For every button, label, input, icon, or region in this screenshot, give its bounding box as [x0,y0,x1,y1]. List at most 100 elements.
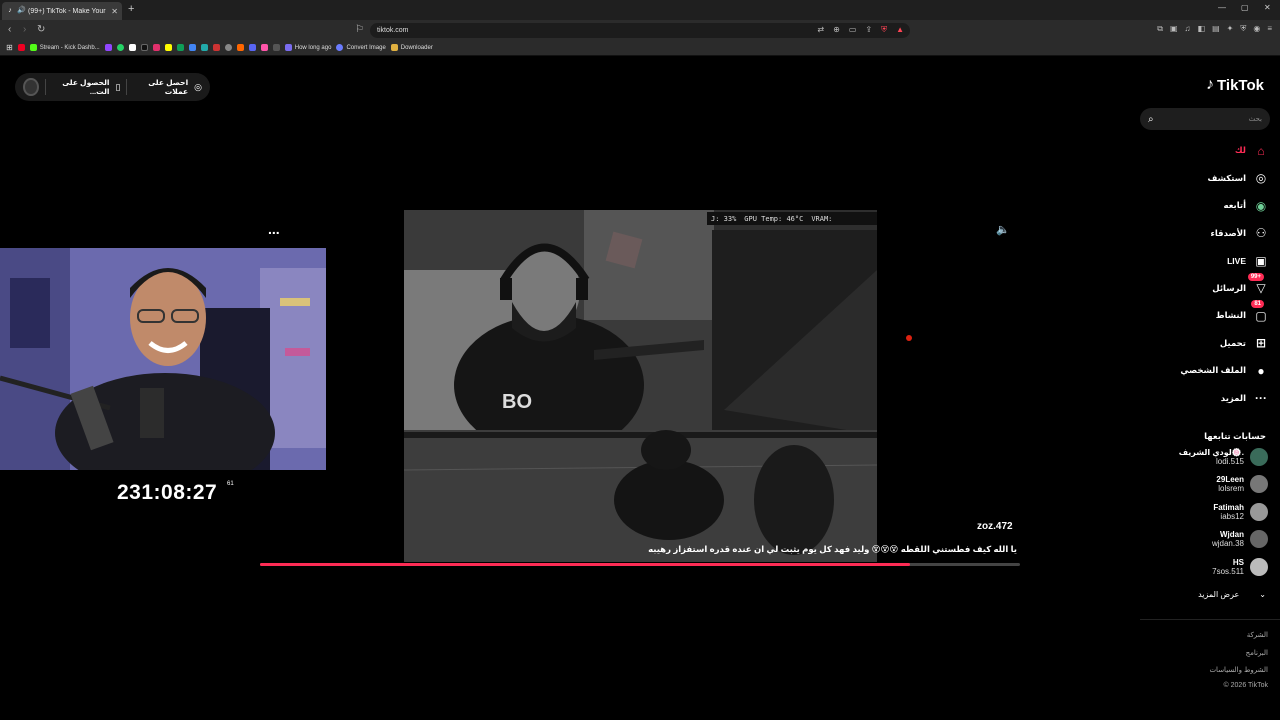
minimize-icon[interactable]: — [1218,3,1226,12]
sidebar-item-4[interactable]: LIVE ▣ [1138,247,1268,275]
leo-icon[interactable]: ✦ [1227,24,1234,34]
account-avatar[interactable] [1250,530,1268,548]
tiktok-favicon-icon: ♪ [8,7,12,14]
wallet-icon[interactable]: ▣ [1170,24,1178,34]
profile-icon: ● [1257,363,1265,378]
video-progress-fill [260,563,910,566]
bookmark-how-long-ago[interactable]: How long ago [284,44,331,51]
video-caption: يا الله كيف فطستني اللقطه 😵😵😵 وليد فهد ك… [648,544,1017,554]
account-display-name: لودي الشريف🍥. [1178,448,1244,457]
audio-playing-icon[interactable]: 🔊 [17,7,26,15]
media-icon[interactable]: ♫ [1185,24,1191,34]
apps-icon[interactable]: ⊞ [6,43,13,52]
bookmark-downloader[interactable]: Downloader [390,44,433,51]
bookmark-icon-2[interactable] [200,44,208,51]
instagram-icon[interactable] [152,44,160,51]
url-bar[interactable]: tiktok.com ⇄ ⊕ ▭ ⇪ ⛨ ▲ [370,23,910,38]
close-tab-icon[interactable]: ✕ [111,7,118,16]
bookmark-icon-5[interactable] [260,44,268,51]
search-placeholder: بحث [1248,116,1262,123]
sidebar-item-7[interactable]: تحميل ⊞ [1138,330,1268,358]
following-account[interactable]: HS 7sos.511 [1148,558,1268,576]
see-more-label: عرض المزيد [1198,590,1240,599]
twitch-icon[interactable] [104,44,112,51]
sidebar-item-6[interactable]: النشاط ▢ 81 [1138,300,1268,330]
cast-icon[interactable]: ▭ [849,25,857,35]
bookmark-icon-6[interactable] [272,44,280,51]
coins-icon: ◎ [194,81,202,92]
video-author[interactable]: zoz.472 [977,521,1013,532]
profile-icon[interactable]: ◉ [1253,24,1260,34]
following-account[interactable]: Wjdan wjdan.38 [1148,530,1268,548]
pill-divider-2 [44,79,46,95]
sidebar-item-8[interactable]: الملف الشخصي ● [1138,357,1268,385]
account-avatar[interactable] [1250,503,1268,521]
account-avatar[interactable] [1250,475,1268,493]
forward-icon[interactable]: › [23,24,26,35]
user-avatar[interactable] [23,78,39,96]
footer-company[interactable]: الشركة [1247,631,1268,639]
rewards-icon[interactable]: ▲ [896,25,904,35]
translate-bm-icon[interactable] [188,44,196,51]
webcam-overlay [0,248,326,470]
maximize-icon[interactable]: ▢ [1241,3,1249,12]
account-avatar[interactable] [1250,448,1268,466]
volume-icon[interactable]: 🔈 [996,223,1010,236]
reading-list-icon[interactable]: ▤ [1212,24,1220,34]
extensions-icon[interactable]: ⧉ [1157,24,1163,34]
github-icon[interactable] [224,44,232,51]
bookmark-icon-4[interactable] [236,44,244,51]
following-account[interactable]: لودي الشريف🍥. lodi.515 [1148,448,1268,466]
sidebar-item-5[interactable]: الرسائل ▽ 99+ [1138,272,1268,303]
following-account[interactable]: 29Leen lolsrem [1148,475,1268,493]
gpu-temp: GPU Temp: 46°C [744,214,804,223]
get-app-link[interactable]: الحصول على الت... [52,78,109,96]
reload-icon[interactable]: ↻ [37,24,45,35]
close-window-icon[interactable]: ✕ [1264,3,1271,12]
tiktok-icon[interactable] [140,44,148,51]
video-frame: BO [404,210,877,562]
tiktok-logo[interactable]: ♪ TikTok [1206,76,1264,94]
bookmark-icon-1[interactable] [17,44,25,51]
video-progress-bar[interactable] [260,563,1020,566]
bookmark-icon-3[interactable] [212,44,220,51]
account-names: HS 7sos.511 [1212,558,1244,576]
back-icon[interactable]: ‹ [8,24,11,35]
sidebar-icon[interactable]: ◧ [1198,24,1206,34]
x-icon[interactable] [128,44,136,51]
sidebar-item-2[interactable]: أتابعه ◉ [1138,192,1268,220]
sidebar-nav: لك ⌂ استكشف ◎ أتابعه ◉ الأصدقاء ⚇ LIVE ▣ الرسائل ▽ 9… [1138,137,1268,412]
footer-program[interactable]: البرنامج [1246,649,1268,657]
account-names: Fatimah iabs12 [1213,503,1244,521]
get-coins-link[interactable]: احصل على عملات [133,78,188,96]
see-more-button[interactable]: عرض المزيد ⌄ [1198,590,1266,599]
discord-icon[interactable] [248,44,256,51]
sidebar-item-0[interactable]: لك ⌂ [1138,137,1268,165]
vpn-icon[interactable]: ⛨ [1240,24,1246,34]
sidebar-item-1[interactable]: استكشف ◎ [1138,165,1268,193]
whatsapp-icon[interactable] [116,44,124,51]
bookmark-kick[interactable]: Stream - Kick Dashb... [29,44,100,51]
translate-icon[interactable]: ⇄ [817,25,824,35]
new-tab-button[interactable]: + [128,3,134,15]
snapchat-icon[interactable] [164,44,172,51]
sheets-icon[interactable] [176,44,184,51]
more-options-icon[interactable]: ... [268,221,280,237]
following-account[interactable]: Fatimah iabs12 [1148,503,1268,521]
sidebar-item-3[interactable]: الأصدقاء ⚇ [1138,220,1268,248]
menu-icon[interactable]: ≡ [1267,24,1272,34]
brave-shield-icon[interactable]: ⛨ [881,25,887,35]
account-avatar[interactable] [1250,558,1268,576]
search-input[interactable]: بحث ⌕ [1140,108,1270,130]
footer-terms[interactable]: الشروط والسياسات [1209,666,1268,674]
browser-tab[interactable]: ♪ 🔊 (99+) TikTok - Make Your Day ✕ [2,2,122,20]
bookmark-convert-image[interactable]: Convert Image [336,44,386,51]
search-icon[interactable]: ⌕ [1148,114,1154,125]
compass-icon: ◎ [1255,171,1267,186]
bookmark-icon[interactable]: ⚐ [355,24,364,35]
account-names: 29Leen lolsrem [1216,475,1244,493]
share-icon[interactable]: ⇪ [865,25,872,35]
zoom-icon[interactable]: ⊕ [833,25,840,35]
sidebar-item-9[interactable]: المزيد ··· [1138,385,1268,413]
video-player[interactable]: BO [404,210,877,562]
